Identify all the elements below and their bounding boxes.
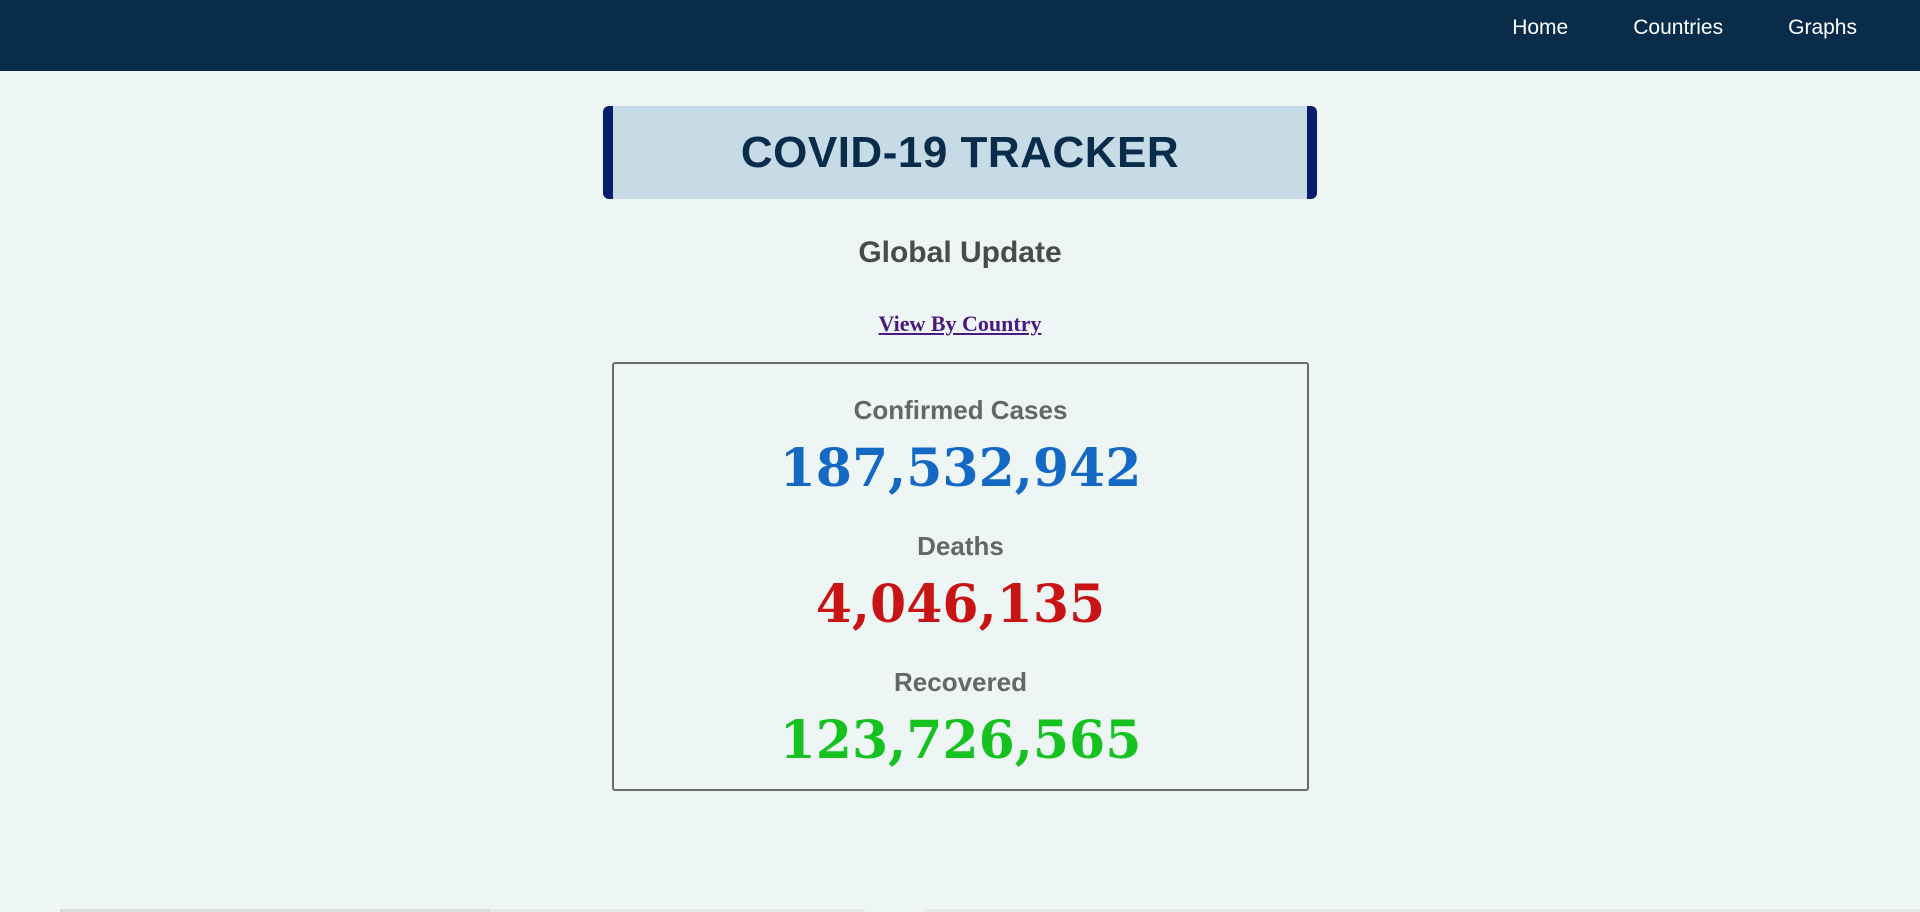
view-by-country-link[interactable]: View By Country <box>879 311 1042 336</box>
recovered-value: 123,726,565 <box>779 710 1142 771</box>
confirmed-cases-label: Confirmed Cases <box>853 395 1068 425</box>
nav-links: Home Countries Graphs <box>1512 0 1857 56</box>
global-update-heading: Global Update <box>858 236 1062 269</box>
nav-graphs-link[interactable]: Graphs <box>1788 16 1857 40</box>
title-banner: COVID-19 TRACKER <box>603 106 1317 199</box>
view-by-country-container: View By Country <box>0 311 1920 337</box>
confirmed-cases-value: 187,532,942 <box>779 438 1142 499</box>
page-title: COVID-19 TRACKER <box>740 127 1180 177</box>
global-stats-panel: Confirmed Cases 187,532,942 Deaths 4,046… <box>612 362 1309 791</box>
deaths-label: Deaths <box>917 531 1004 561</box>
top-navbar: Home Countries Graphs <box>0 0 1920 71</box>
recovered-label: Recovered <box>894 667 1027 697</box>
nav-countries-link[interactable]: Countries <box>1633 16 1723 40</box>
deaths-value: 4,046,135 <box>815 574 1106 635</box>
nav-home-link[interactable]: Home <box>1512 16 1568 40</box>
